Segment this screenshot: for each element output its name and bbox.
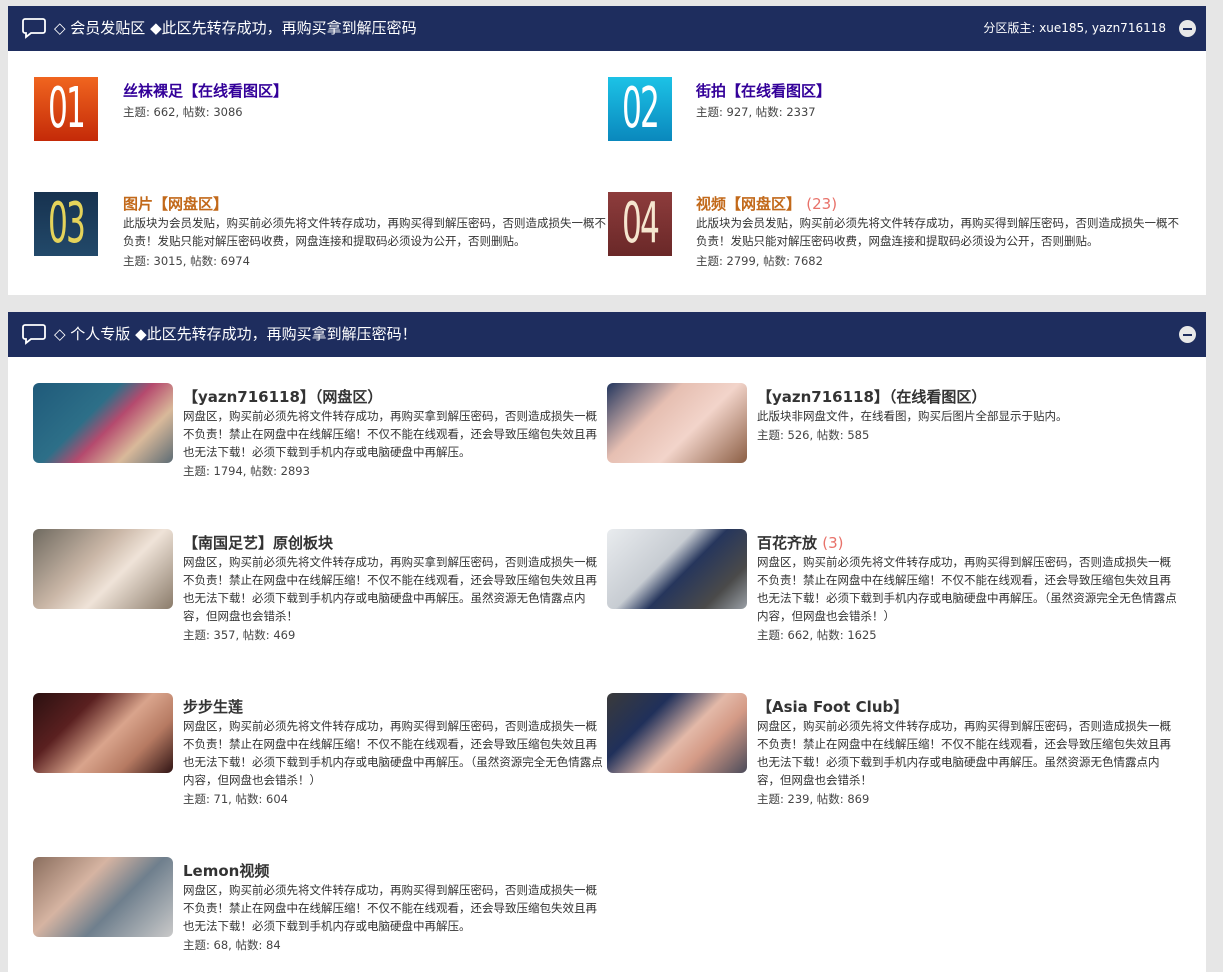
new-posts-count: (23) <box>806 195 838 213</box>
forum-number-icon[interactable]: 02 <box>608 77 672 141</box>
forum-description: 此版块为会员发贴，购买前必须先将文件转存成功，再购买得到解压密码，否则造成损失一… <box>123 216 606 248</box>
chat-bubble-icon <box>22 18 46 39</box>
forum-stats: 主题: 2799, 帖数: 7682 <box>696 254 823 268</box>
forum-thumbnail[interactable] <box>607 383 747 463</box>
chat-bubble-icon <box>22 324 46 345</box>
forum-title-link[interactable]: 【yazn716118】（网盘区） <box>183 386 382 407</box>
forum-title-link[interactable]: 视频【网盘区】 <box>696 195 801 213</box>
category-header: ◇ 会员发贴区 ◆此区先转存成功，再购买拿到解压密码 分区版主: xue185,… <box>8 6 1206 51</box>
forum-stats: 主题: 3015, 帖数: 6974 <box>123 254 250 268</box>
forum-stats: 主题: 662, 帖数: 3086 <box>123 105 243 119</box>
forum-description: 此版块为会员发贴，购买前必须先将文件转存成功，再购买得到解压密码，否则造成损失一… <box>696 216 1179 248</box>
forum-title-link[interactable]: 丝袜裸足【在线看图区】 <box>123 80 288 101</box>
forum-title-link[interactable]: 【yazn716118】（在线看图区） <box>757 386 986 407</box>
forum-title-row: 视频【网盘区】 (23) <box>696 193 837 214</box>
forum-title-link[interactable]: 【南国足艺】原创板块 <box>183 532 333 553</box>
forum-number-icon[interactable]: 01 <box>34 77 98 141</box>
forum-number-icon[interactable]: 04 <box>608 192 672 256</box>
forum-title-row: 百花齐放 (3) <box>757 532 844 553</box>
collapse-icon[interactable] <box>1179 326 1196 343</box>
forum-description: 网盘区，购买前必须先将文件转存成功，再购买得到解压密码，否则造成损失一概不负责！… <box>757 555 1177 623</box>
category-moderators[interactable]: 分区版主: xue185, yazn716118 <box>983 6 1166 51</box>
forum-title-link[interactable]: 图片【网盘区】 <box>123 193 228 214</box>
forum-thumbnail[interactable] <box>33 857 173 937</box>
forum-stats: 主题: 357, 帖数: 469 <box>183 628 296 642</box>
category-header: ◇ 个人专版 ◆此区先转存成功，再购买拿到解压密码！ <box>8 312 1206 357</box>
forum-number-icon[interactable]: 03 <box>34 192 98 256</box>
forum-thumbnail[interactable] <box>607 529 747 609</box>
forum-stats: 主题: 239, 帖数: 869 <box>757 792 870 806</box>
forum-title-link[interactable]: 步步生莲 <box>183 696 243 717</box>
forum-title-link[interactable]: 百花齐放 <box>757 534 817 552</box>
forum-description: 网盘区，购买前必须先将文件转存成功，再购买拿到解压密码，否则造成损失一概不负责！… <box>183 555 597 623</box>
forum-thumbnail[interactable] <box>33 693 173 773</box>
forum-description: 网盘区，购买前必须先将文件转存成功，再购买得到解压密码，否则造成损失一概不负责！… <box>757 719 1171 787</box>
forum-thumbnail[interactable] <box>33 529 173 609</box>
forum-stats: 主题: 71, 帖数: 604 <box>183 792 288 806</box>
forum-title-link[interactable]: 【Asia Foot Club】 <box>757 696 908 717</box>
forum-thumbnail[interactable] <box>607 693 747 773</box>
forum-stats: 主题: 927, 帖数: 2337 <box>696 105 816 119</box>
forum-stats: 主题: 1794, 帖数: 2893 <box>183 464 310 478</box>
category-title[interactable]: ◇ 个人专版 ◆此区先转存成功，再购买拿到解压密码！ <box>54 312 417 357</box>
forum-description: 此版块非网盘文件，在线看图，购买后图片全部显示于贴内。 <box>757 409 1068 423</box>
new-posts-count: (3) <box>822 534 844 552</box>
forum-stats: 主题: 526, 帖数: 585 <box>757 428 870 442</box>
forum-category-member-posts: ◇ 会员发贴区 ◆此区先转存成功，再购买拿到解压密码 分区版主: xue185,… <box>8 6 1206 295</box>
forum-description: 网盘区，购买前必须先将文件转存成功，再购买拿到解压密码，否则造成损失一概不负责！… <box>183 409 597 459</box>
collapse-icon[interactable] <box>1179 20 1196 37</box>
forum-title-link[interactable]: 街拍【在线看图区】 <box>696 80 831 101</box>
forum-category-personal: ◇ 个人专版 ◆此区先转存成功，再购买拿到解压密码！ 【yazn716118】（… <box>8 312 1206 972</box>
forum-description: 网盘区，购买前必须先将文件转存成功，再购买得到解压密码，否则造成损失一概不负责！… <box>183 719 603 787</box>
forum-thumbnail[interactable] <box>33 383 173 463</box>
category-title[interactable]: ◇ 会员发贴区 ◆此区先转存成功，再购买拿到解压密码 <box>54 6 417 51</box>
forum-stats: 主题: 662, 帖数: 1625 <box>757 628 877 642</box>
forum-stats: 主题: 68, 帖数: 84 <box>183 938 281 952</box>
forum-description: 网盘区，购买前必须先将文件转存成功，再购买得到解压密码，否则造成损失一概不负责！… <box>183 883 597 933</box>
forum-title-link[interactable]: Lemon视频 <box>183 860 269 881</box>
